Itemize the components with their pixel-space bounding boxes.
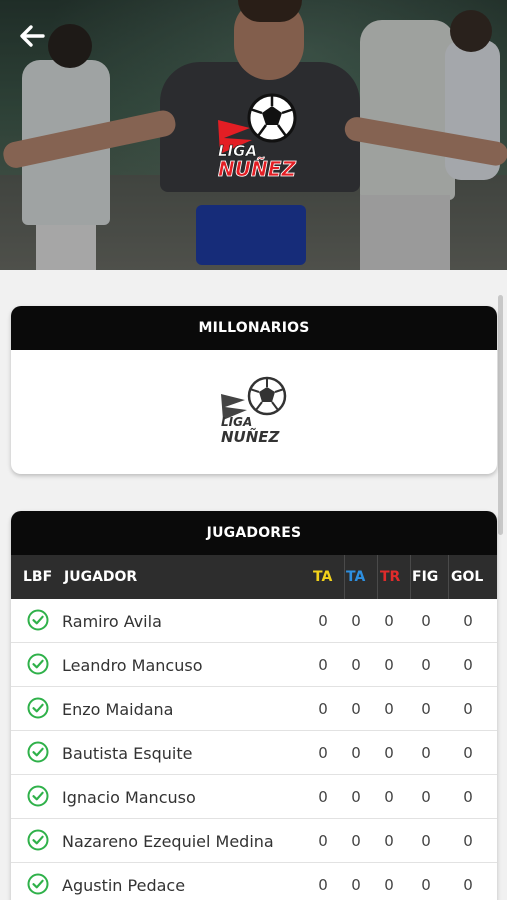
table-row[interactable]: Bautista Esquite 0 0 0 0 0	[11, 731, 497, 775]
table-row[interactable]: Leandro Mancuso 0 0 0 0 0	[11, 643, 497, 687]
stat-gol: 0	[463, 876, 473, 894]
stat-ta1: 0	[318, 700, 328, 718]
column-jugador: JUGADOR	[64, 569, 138, 585]
stat-gol: 0	[463, 788, 473, 806]
stat-ta2: 0	[351, 612, 361, 630]
table-row[interactable]: Ramiro Avila 0 0 0 0 0	[11, 599, 497, 643]
stat-tr: 0	[384, 788, 394, 806]
stat-ta2: 0	[351, 700, 361, 718]
back-button[interactable]	[14, 20, 50, 52]
check-circle-icon	[27, 609, 49, 631]
players-card: JUGADORES LBF JUGADOR TA TA TR FIG GOL R…	[11, 511, 497, 900]
svg-text:NUÑEZ: NUÑEZ	[218, 157, 296, 181]
stat-fig: 0	[421, 788, 431, 806]
team-title: MILLONARIOS	[11, 306, 497, 350]
stat-gol: 0	[463, 612, 473, 630]
stat-ta2: 0	[351, 656, 361, 674]
stat-tr: 0	[384, 876, 394, 894]
stat-fig: 0	[421, 832, 431, 850]
league-logo: LIGA NUÑEZ	[210, 92, 310, 188]
stat-gol: 0	[463, 656, 473, 674]
svg-text:LIGA: LIGA	[221, 415, 252, 429]
player-name: Nazareno Ezequiel Medina	[62, 832, 274, 851]
stat-tr: 0	[384, 612, 394, 630]
stat-fig: 0	[421, 876, 431, 894]
stat-tr: 0	[384, 700, 394, 718]
arrow-left-icon	[20, 25, 45, 47]
hero-banner: LIGA NUÑEZ	[0, 0, 507, 270]
svg-text:NUÑEZ: NUÑEZ	[221, 427, 281, 446]
stat-ta1: 0	[318, 744, 328, 762]
stat-ta2: 0	[351, 832, 361, 850]
column-tr: TR	[380, 569, 401, 585]
column-lbf: LBF	[23, 569, 53, 585]
column-ta-yellow: TA	[313, 569, 333, 585]
column-ta-blue: TA	[346, 569, 366, 585]
stat-fig: 0	[421, 744, 431, 762]
players-table-header: LBF JUGADOR TA TA TR FIG GOL	[11, 555, 497, 599]
check-circle-icon	[27, 873, 49, 895]
player-name: Enzo Maidana	[62, 700, 174, 719]
page-scrollbar[interactable]	[498, 270, 504, 900]
stat-ta2: 0	[351, 788, 361, 806]
column-gol: GOL	[451, 569, 484, 585]
player-name: Bautista Esquite	[62, 744, 193, 763]
table-row[interactable]: Enzo Maidana 0 0 0 0 0	[11, 687, 497, 731]
players-title: JUGADORES	[11, 511, 497, 555]
check-circle-icon	[27, 653, 49, 675]
table-row[interactable]: Agustin Pedace 0 0 0 0 0	[11, 863, 497, 900]
stat-ta1: 0	[318, 788, 328, 806]
stat-ta1: 0	[318, 832, 328, 850]
column-fig: FIG	[412, 569, 439, 585]
stat-ta1: 0	[318, 656, 328, 674]
check-circle-icon	[27, 785, 49, 807]
stat-gol: 0	[463, 832, 473, 850]
stat-fig: 0	[421, 700, 431, 718]
stat-tr: 0	[384, 744, 394, 762]
players-table-body: Ramiro Avila 0 0 0 0 0 Leandro Mancuso 0 0 0 0 0 Enz…	[11, 599, 497, 900]
stat-ta1: 0	[318, 876, 328, 894]
stat-ta2: 0	[351, 876, 361, 894]
stat-tr: 0	[384, 832, 394, 850]
check-circle-icon	[27, 741, 49, 763]
stat-tr: 0	[384, 656, 394, 674]
stat-ta2: 0	[351, 744, 361, 762]
player-name: Agustin Pedace	[62, 876, 186, 895]
check-circle-icon	[27, 697, 49, 719]
stat-ta1: 0	[318, 612, 328, 630]
stat-gol: 0	[463, 700, 473, 718]
player-name: Ignacio Mancuso	[62, 788, 196, 807]
player-name: Ramiro Avila	[62, 612, 162, 631]
stat-fig: 0	[421, 612, 431, 630]
stat-fig: 0	[421, 656, 431, 674]
team-logo: LIGA NUÑEZ	[217, 374, 291, 446]
stat-gol: 0	[463, 744, 473, 762]
check-circle-icon	[27, 829, 49, 851]
table-row[interactable]: Nazareno Ezequiel Medina 0 0 0 0 0	[11, 819, 497, 863]
table-row[interactable]: Ignacio Mancuso 0 0 0 0 0	[11, 775, 497, 819]
player-name: Leandro Mancuso	[62, 656, 203, 675]
team-card: MILLONARIOS LIGA NUÑEZ	[11, 306, 497, 474]
